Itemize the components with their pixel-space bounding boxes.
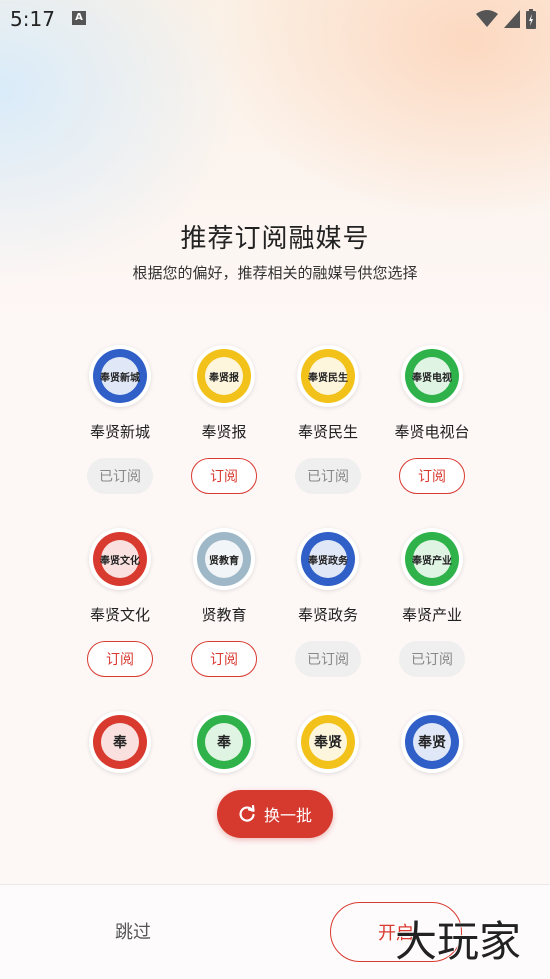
channel-logo-text: 奉贤民生 bbox=[307, 371, 348, 384]
channel-logo-icon: 奉贤报 bbox=[197, 349, 251, 403]
channel-name: 奉贤电视台 bbox=[394, 423, 470, 441]
channel-logo-text: 奉贤 bbox=[418, 734, 446, 751]
wifi-icon bbox=[476, 10, 498, 27]
channel-logo-text: 奉贤文化 bbox=[99, 554, 140, 567]
status-time: 5:17 bbox=[10, 7, 55, 31]
watermark-logo: 大玩家 bbox=[394, 916, 522, 967]
skip-button[interactable]: 跳过 bbox=[115, 918, 151, 944]
channel-avatar[interactable]: 奉贤 bbox=[297, 711, 359, 773]
channel-avatar[interactable]: 贤教育 bbox=[193, 528, 255, 590]
channel-logo-icon: 奉贤政务 bbox=[301, 532, 355, 586]
channel-name: 贤教育 bbox=[201, 606, 247, 624]
channel-avatar[interactable]: 奉 bbox=[193, 711, 255, 773]
channel-item[interactable]: 奉贤报 奉贤报 订阅 bbox=[172, 345, 276, 528]
channel-logo-icon: 奉贤产业 bbox=[405, 532, 459, 586]
channel-row: 奉贤新城 奉贤新城 已订阅 奉贤报 奉贤报 订阅 奉贤民生 奉贤民生 已订阅 奉贤电视 奉贤电视台订… bbox=[68, 345, 484, 528]
channel-item[interactable]: 奉贤文化 奉贤文化 订阅 bbox=[68, 528, 172, 711]
channel-item[interactable]: 奉 bbox=[68, 711, 172, 894]
channel-item[interactable]: 贤教育 贤教育 订阅 bbox=[172, 528, 276, 711]
channel-avatar[interactable]: 奉贤电视 bbox=[401, 345, 463, 407]
channel-avatar[interactable]: 奉贤新城 bbox=[89, 345, 151, 407]
channel-avatar[interactable]: 奉 bbox=[89, 711, 151, 773]
refresh-button[interactable]: 换一批 bbox=[217, 790, 333, 838]
status-bar: 5:17 A bbox=[0, 0, 550, 38]
channel-logo-icon: 奉贤民生 bbox=[301, 349, 355, 403]
channel-logo-icon: 奉贤电视 bbox=[405, 349, 459, 403]
channel-logo-text: 奉贤新城 bbox=[99, 371, 140, 384]
channel-logo-icon: 奉贤 bbox=[301, 715, 355, 769]
channel-item[interactable]: 奉贤 bbox=[380, 711, 484, 894]
channel-avatar[interactable]: 奉贤产业 bbox=[401, 528, 463, 590]
channel-logo-icon: 奉 bbox=[93, 715, 147, 769]
channel-logo-text: 奉 bbox=[217, 734, 232, 751]
channel-logo-icon: 奉 bbox=[197, 715, 251, 769]
channel-logo-text: 奉 bbox=[113, 734, 128, 751]
channel-logo-icon: 奉贤 bbox=[405, 715, 459, 769]
channel-item[interactable]: 奉贤电视奉贤电视台订阅 bbox=[380, 345, 484, 528]
channel-avatar[interactable]: 奉贤文化 bbox=[89, 528, 151, 590]
channel-name: 奉贤报 bbox=[201, 423, 247, 441]
channel-row: 奉贤文化 奉贤文化 订阅 贤教育 贤教育 订阅 奉贤政务 奉贤政务 已订阅 奉贤产业 奉贤产业 已订阅 bbox=[68, 528, 484, 711]
notification-icon: A bbox=[72, 11, 86, 25]
channel-logo-text: 奉贤 bbox=[314, 734, 342, 751]
channel-logo-icon: 奉贤新城 bbox=[93, 349, 147, 403]
channel-item[interactable]: 奉贤民生 奉贤民生 已订阅 bbox=[276, 345, 380, 528]
channel-logo-icon: 奉贤文化 bbox=[93, 532, 147, 586]
subscribed-button[interactable]: 已订阅 bbox=[399, 641, 465, 677]
channel-item[interactable]: 奉贤新城 奉贤新城 已订阅 bbox=[68, 345, 172, 528]
channel-avatar[interactable]: 奉贤报 bbox=[193, 345, 255, 407]
signal-icon bbox=[504, 10, 520, 28]
subscribed-button[interactable]: 已订阅 bbox=[87, 458, 153, 494]
channel-name: 奉贤新城 bbox=[89, 423, 150, 441]
channel-logo-text: 奉贤报 bbox=[208, 371, 239, 384]
subscribe-button[interactable]: 订阅 bbox=[87, 641, 153, 677]
battery-icon bbox=[526, 9, 536, 29]
refresh-icon bbox=[239, 805, 255, 822]
subscribe-button[interactable]: 订阅 bbox=[191, 458, 257, 494]
channel-logo-text: 奉贤政务 bbox=[307, 554, 349, 567]
channel-item[interactable]: 奉贤政务 奉贤政务 已订阅 bbox=[276, 528, 380, 711]
channel-logo-text: 奉贤电视 bbox=[411, 371, 452, 384]
channel-avatar[interactable]: 奉贤民生 bbox=[297, 345, 359, 407]
channel-avatar[interactable]: 奉贤政务 bbox=[297, 528, 359, 590]
channel-logo-text: 贤教育 bbox=[209, 554, 239, 567]
channel-name: 奉贤政务 bbox=[297, 606, 358, 624]
svg-text:大玩家: 大玩家 bbox=[395, 917, 521, 966]
subscribe-button[interactable]: 订阅 bbox=[399, 458, 465, 494]
subscribed-button[interactable]: 已订阅 bbox=[295, 458, 361, 494]
channel-name: 奉贤民生 bbox=[297, 423, 358, 441]
channel-logo-text: 奉贤产业 bbox=[411, 554, 452, 567]
refresh-label: 换一批 bbox=[263, 806, 312, 825]
channel-name: 奉贤文化 bbox=[89, 606, 150, 624]
channel-logo-icon: 贤教育 bbox=[197, 532, 251, 586]
subscribed-button[interactable]: 已订阅 bbox=[295, 641, 361, 677]
channel-name: 奉贤产业 bbox=[401, 606, 462, 624]
channel-item[interactable]: 奉贤产业 奉贤产业 已订阅 bbox=[380, 528, 484, 711]
subscribe-button[interactable]: 订阅 bbox=[191, 641, 257, 677]
page-title: 推荐订阅融媒号 bbox=[180, 224, 370, 254]
page-subtitle: 根据您的偏好，推荐相关的融媒号供您选择 bbox=[132, 264, 418, 282]
channel-avatar[interactable]: 奉贤 bbox=[401, 711, 463, 773]
